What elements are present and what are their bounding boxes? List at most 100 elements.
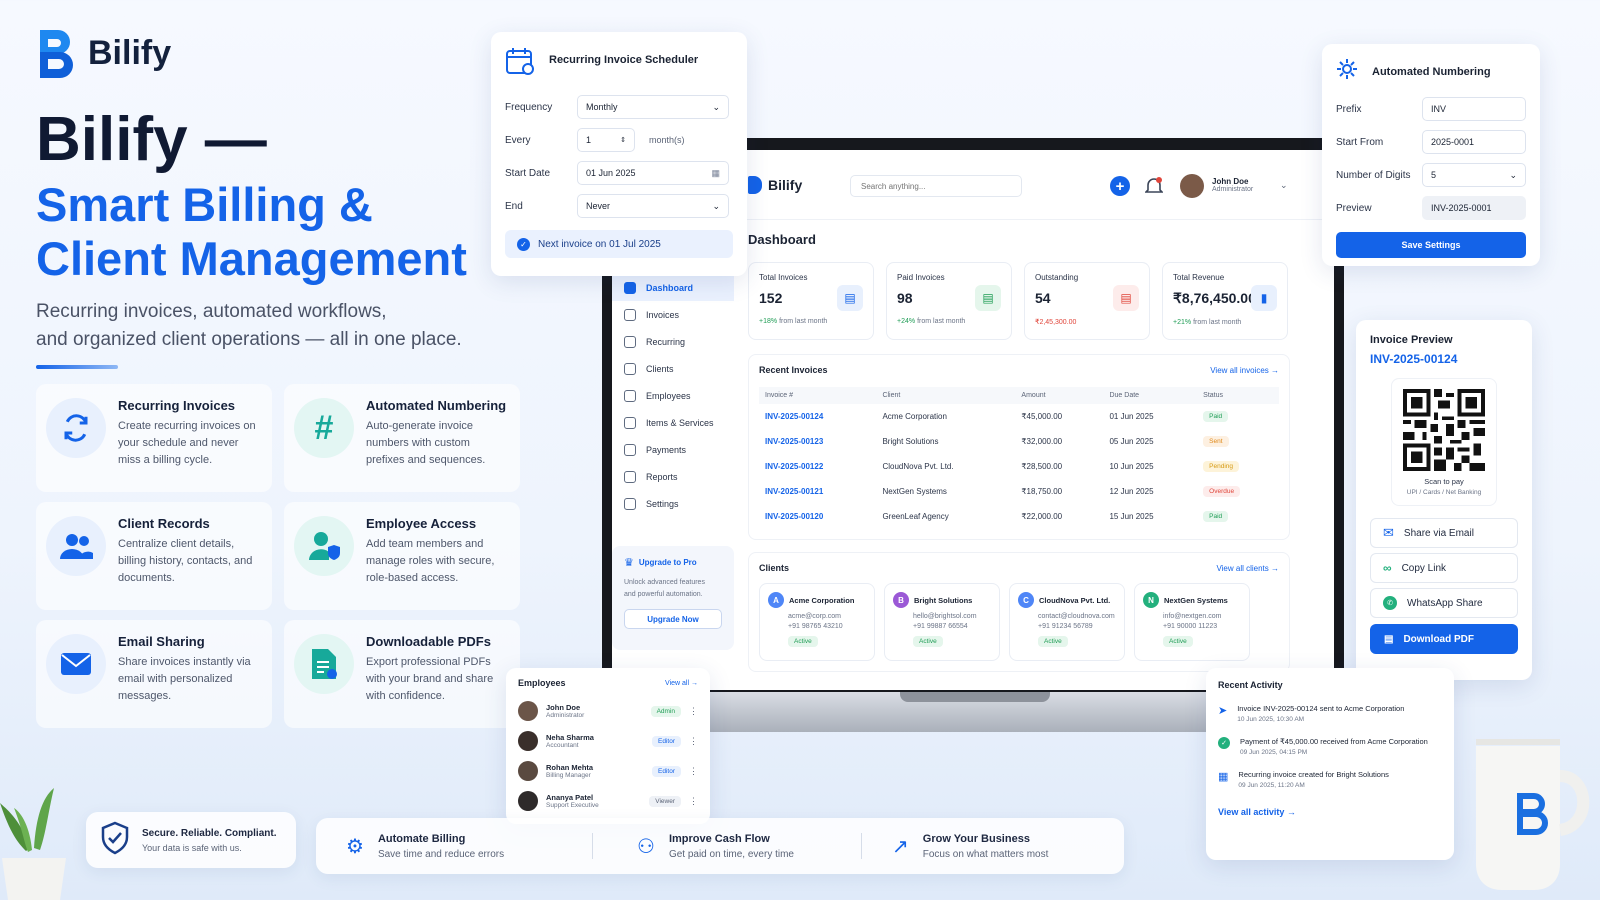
feature-title: Client Records — [118, 516, 210, 531]
prefix-value: INV — [1431, 104, 1447, 114]
sidebar-item-invoices[interactable]: Invoices — [612, 301, 734, 328]
bell-icon[interactable] — [1144, 176, 1164, 201]
client-card[interactable]: B Bright Solutions hello@brightsol.com +91 … — [884, 583, 1000, 661]
avatar — [518, 731, 538, 751]
activity-time: 09 Jun 2025, 11:20 AM — [1238, 782, 1305, 789]
add-button[interactable]: + — [1110, 176, 1130, 196]
sidebar-item-payments[interactable]: Payments — [612, 436, 734, 463]
start-date-input[interactable]: 01 Jun 2025 ▦ — [577, 161, 729, 185]
invoice-link[interactable]: INV-2025-00124 — [759, 404, 876, 429]
download-pdf-button[interactable]: ▤ Download PDF — [1370, 624, 1518, 654]
sidebar-item-reports[interactable]: Reports — [612, 463, 734, 490]
table-row[interactable]: INV-2025-00122 CloudNova Pvt. Ltd. ₹28,500… — [759, 454, 1279, 479]
view-all-employees-link[interactable]: View all → — [665, 680, 698, 687]
sidebar-item-clients[interactable]: Clients — [612, 355, 734, 382]
view-all-clients-link[interactable]: View all clients → — [1216, 564, 1279, 573]
employee-row[interactable]: John Doe Administrator Admin ⋮ — [518, 696, 698, 726]
more-icon[interactable]: ⋮ — [689, 706, 698, 717]
whatsapp-icon: ✆ — [1383, 596, 1397, 610]
frequency-select[interactable]: Monthly ⌄ — [577, 95, 729, 119]
sidebar-item-dashboard[interactable]: Dashboard — [612, 274, 734, 301]
mug-decoration — [1470, 736, 1600, 900]
table-row[interactable]: INV-2025-00121 NextGen Systems ₹18,750.00 1… — [759, 479, 1279, 504]
avatar — [518, 791, 538, 811]
mail-icon — [46, 634, 106, 694]
employee-name: Ananya Patel — [546, 793, 594, 802]
sidebar-item-settings[interactable]: Settings — [612, 490, 734, 517]
table-row[interactable]: INV-2025-00120 GreenLeaf Agency ₹22,000.00… — [759, 504, 1279, 529]
feature-title: Automated Numbering — [366, 398, 507, 413]
qr-panel: Scan to pay UPI / Cards / Net Banking — [1391, 378, 1497, 506]
sidebar-item-recurring[interactable]: Recurring — [612, 328, 734, 355]
prefix-input[interactable]: INV — [1422, 97, 1526, 121]
feature-desc: Share invoices instantly via email with … — [118, 656, 251, 702]
refresh-icon — [46, 398, 106, 458]
preview-invoice-number: INV-2025-00124 — [1370, 352, 1458, 366]
table-row[interactable]: INV-2025-00124 Acme Corporation ₹45,000.00… — [759, 404, 1279, 429]
copy-link-button[interactable]: ∞ Copy Link — [1370, 553, 1518, 583]
stat-change-note: from last month — [779, 318, 828, 325]
every-stepper[interactable]: 1 ⇕ — [577, 128, 635, 152]
client-card[interactable]: C CloudNova Pvt. Ltd. contact@cloudnova.co… — [1009, 583, 1125, 661]
feature-desc: Auto-generate invoice numbers with custo… — [366, 420, 486, 466]
invoice-link[interactable]: INV-2025-00122 — [759, 454, 876, 479]
qr-code-icon[interactable] — [1403, 389, 1485, 471]
client-email: acme@corp.com — [788, 613, 842, 620]
app-logo-icon — [748, 176, 762, 194]
calendar-small-icon: ▦ — [711, 167, 720, 178]
recurring-icon — [624, 335, 636, 348]
activity-title: Recent Activity — [1218, 680, 1283, 690]
share-email-button[interactable]: ✉ Share via Email — [1370, 518, 1518, 548]
role-badge: Admin — [650, 705, 681, 717]
whatsapp-share-button[interactable]: ✆ WhatsApp Share — [1370, 588, 1518, 618]
sidebar-item-items[interactable]: Items & Services — [612, 409, 734, 436]
end-select[interactable]: Never ⌄ — [577, 194, 729, 218]
app-name: Bilify — [768, 177, 803, 193]
employee-row[interactable]: Ananya Patel Support Executive Viewer ⋮ — [518, 786, 698, 816]
hero-subtitle: Smart Billing & Client Management — [36, 178, 476, 286]
hero-subtitle-line1: Smart Billing & — [36, 178, 373, 231]
feature-card: Client Records Centralize client details,… — [36, 502, 272, 610]
more-icon[interactable]: ⋮ — [689, 766, 698, 777]
stat-change: +18% — [759, 318, 778, 325]
items-icon — [624, 416, 636, 429]
invoice-link[interactable]: INV-2025-00121 — [759, 479, 876, 504]
client-email: hello@brightsol.com — [913, 613, 977, 620]
save-settings-button[interactable]: Save Settings — [1336, 232, 1526, 258]
pdf-icon — [294, 634, 354, 694]
more-icon[interactable]: ⋮ — [689, 796, 698, 807]
table-row[interactable]: INV-2025-00123 Bright Solutions ₹32,000.00… — [759, 429, 1279, 454]
client-card[interactable]: N NextGen Systems info@nextgen.com +91 9000… — [1134, 583, 1250, 661]
sidebar-label: Settings — [646, 498, 679, 509]
sidebar-label: Items & Services — [646, 417, 714, 428]
client-name: Bright Solutions — [914, 595, 973, 605]
chevron-down-icon[interactable]: ⌄ — [1280, 180, 1288, 191]
digits-select[interactable]: 5 ⌄ — [1422, 163, 1526, 187]
user-menu[interactable]: John Doe Administrator — [1212, 177, 1253, 193]
search-input[interactable] — [850, 175, 1022, 197]
cell: ₹45,000.00 — [1021, 412, 1063, 421]
view-all-activity-link[interactable]: View all activity → — [1218, 807, 1442, 817]
cell: 10 Jun 2025 — [1109, 462, 1154, 471]
clients-panel: Clients View all clients → A Acme Corpora… — [748, 552, 1290, 672]
paid-stat-icon: ▤ — [975, 285, 1001, 311]
employee-row[interactable]: Rohan Mehta Billing Manager Editor ⋮ — [518, 756, 698, 786]
employee-role: Billing Manager — [546, 772, 591, 779]
upgrade-now-button[interactable]: Upgrade Now — [624, 609, 722, 629]
client-card[interactable]: A Acme Corporation acme@corp.com +91 98765 … — [759, 583, 875, 661]
plant-decoration — [0, 778, 70, 900]
invoices-table: Invoice # Client Amount Due Date Status … — [759, 387, 1279, 529]
whatsapp-label: WhatsApp Share — [1407, 597, 1483, 609]
view-all-invoices-link[interactable]: View all invoices → — [1210, 366, 1279, 375]
employee-row[interactable]: Neha Sharma Accountant Editor ⋮ — [518, 726, 698, 756]
cell: 05 Jun 2025 — [1109, 437, 1154, 446]
more-icon[interactable]: ⋮ — [689, 736, 698, 747]
sidebar-item-employees[interactable]: Employees — [612, 382, 734, 409]
dashboard-icon — [624, 281, 636, 294]
invoice-link[interactable]: INV-2025-00120 — [759, 504, 876, 529]
benefit-subtitle: Get paid on time, every time — [668, 848, 794, 860]
invoice-link[interactable]: INV-2025-00123 — [759, 429, 876, 454]
avatar[interactable] — [1180, 174, 1204, 198]
every-label: Every — [505, 134, 531, 146]
start-from-input[interactable]: 2025-0001 — [1422, 130, 1526, 154]
